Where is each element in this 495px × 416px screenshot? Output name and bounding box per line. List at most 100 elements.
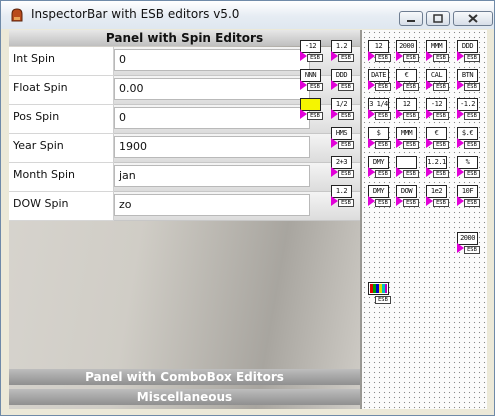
palette-tool-24[interactable]: 2000 ESB xyxy=(457,232,481,256)
header-tool-6[interactable]: HMS ESB xyxy=(331,127,355,151)
drop-arrow-icon xyxy=(426,109,433,119)
palette-tool-23[interactable]: 10F ESB xyxy=(457,185,481,209)
drop-arrow-icon xyxy=(396,109,403,119)
esb-badge: ESB xyxy=(375,199,391,207)
drop-arrow-icon xyxy=(457,109,464,119)
palette-tool-20[interactable]: DMY ESB xyxy=(368,185,392,209)
palette-tool-22[interactable]: 1e2 ESB xyxy=(426,185,450,209)
drop-arrow-icon xyxy=(368,138,375,148)
app-window: InspectorBar with ESB editors v5.0 Panel… xyxy=(0,0,495,416)
minimize-button[interactable] xyxy=(399,11,423,26)
window-title: InspectorBar with ESB editors v5.0 xyxy=(31,7,240,21)
float-spin-editor[interactable]: 0.00 xyxy=(114,78,310,100)
esb-badge: ESB xyxy=(403,54,419,62)
row-label: DOW Spin xyxy=(9,192,114,221)
drop-arrow-icon xyxy=(426,80,433,90)
drop-arrow-icon xyxy=(457,138,464,148)
drop-arrow-icon xyxy=(396,196,403,206)
row-dow-spin: DOW Spin zo xyxy=(9,192,360,221)
header-tool-4[interactable]: ESB xyxy=(300,98,324,122)
drop-arrow-icon xyxy=(368,51,375,61)
drop-arrow-icon xyxy=(300,109,307,119)
maximize-icon xyxy=(433,14,443,23)
esb-badge: ESB xyxy=(464,141,480,149)
row-label: Year Spin xyxy=(9,134,114,163)
title-bar[interactable]: InspectorBar with ESB editors v5.0 xyxy=(1,1,494,29)
panel-misc-header[interactable]: Miscellaneous xyxy=(9,389,360,405)
minimize-icon xyxy=(407,20,415,22)
color-bars-icon xyxy=(368,282,389,295)
drop-arrow-icon xyxy=(396,138,403,148)
drop-arrow-icon xyxy=(331,80,338,90)
pos-spin-editor[interactable]: 0 xyxy=(114,107,310,129)
esb-badge: ESB xyxy=(375,54,391,62)
drop-arrow-icon xyxy=(457,80,464,90)
palette-tool-10[interactable]: -12 ESB xyxy=(426,98,450,122)
esb-badge: ESB xyxy=(375,141,391,149)
palette-tool-12[interactable]: $ ESB xyxy=(368,127,392,151)
color-bars-tool[interactable]: ESB xyxy=(368,282,392,306)
palette-tool-1[interactable]: 2000 ESB xyxy=(396,40,420,64)
palette-tool-2[interactable]: MMM ESB xyxy=(426,40,450,64)
drop-arrow-icon xyxy=(331,109,338,119)
esb-badge: ESB xyxy=(375,112,391,120)
helmet-icon xyxy=(11,8,23,22)
esb-badge: ESB xyxy=(433,112,449,120)
esb-badge: ESB xyxy=(338,199,354,207)
dow-spin-editor[interactable]: zo xyxy=(114,194,310,216)
row-label: Int Spin xyxy=(9,47,114,76)
header-tool-3[interactable]: DDD ESB xyxy=(331,69,355,93)
header-tool-8[interactable]: 1.2 ESB xyxy=(331,185,355,209)
palette-tool-15[interactable]: $.€ ESB xyxy=(457,127,481,151)
drop-arrow-icon xyxy=(331,138,338,148)
int-spin-editor[interactable]: 0 xyxy=(114,49,310,71)
drop-arrow-icon xyxy=(457,243,464,253)
palette-tool-5[interactable]: € ESB xyxy=(396,69,420,93)
drop-arrow-icon xyxy=(368,109,375,119)
esb-badge: ESB xyxy=(307,83,323,91)
palette-tool-11[interactable]: -1.2 ESB xyxy=(457,98,481,122)
palette-tool-8[interactable]: 3 1/4 ESB xyxy=(368,98,392,122)
close-button[interactable] xyxy=(453,11,493,26)
palette-tool-19[interactable]: % ESB xyxy=(457,156,481,180)
palette-tool-6[interactable]: CAL ESB xyxy=(426,69,450,93)
palette-tool-16[interactable]: DMY ESB xyxy=(368,156,392,180)
month-spin-editor[interactable]: jan xyxy=(114,165,310,187)
header-tool-0[interactable]: -12 ESB xyxy=(300,40,324,64)
palette-tool-3[interactable]: DDD ESB xyxy=(457,40,481,64)
header-tool-5[interactable]: 1/2 ESB xyxy=(331,98,355,122)
esb-badge: ESB xyxy=(433,83,449,91)
palette-tool-17[interactable]: ESB xyxy=(396,156,420,180)
component-palette: 12 ESB 2000 ESB MMM ESB DDD ESB DATE ESB € ESB CAL ES… xyxy=(362,30,487,409)
drop-arrow-icon xyxy=(457,167,464,177)
drop-arrow-icon xyxy=(331,167,338,177)
drop-arrow-icon xyxy=(331,196,338,206)
drop-arrow-icon xyxy=(300,51,307,61)
palette-tool-9[interactable]: 12 ESB xyxy=(396,98,420,122)
esb-badge: ESB xyxy=(338,141,354,149)
palette-tool-14[interactable]: € ESB xyxy=(426,127,450,151)
drop-arrow-icon xyxy=(300,80,307,90)
inspector-bar: Panel with Spin Editors Int Spin 0 Float… xyxy=(9,30,362,409)
drop-arrow-icon xyxy=(368,80,375,90)
esb-badge: ESB xyxy=(433,170,449,178)
esb-badge: ESB xyxy=(338,170,354,178)
esb-badge: ESB xyxy=(433,199,449,207)
header-tool-7[interactable]: 2+3 ESB xyxy=(331,156,355,180)
esb-badge: ESB xyxy=(375,296,391,304)
row-label: Month Spin xyxy=(9,163,114,192)
palette-tool-21[interactable]: DOW ESB xyxy=(396,185,420,209)
palette-tool-4[interactable]: DATE ESB xyxy=(368,69,392,93)
palette-tool-7[interactable]: BTN ESB xyxy=(457,69,481,93)
header-tool-1[interactable]: 1.2 ESB xyxy=(331,40,355,64)
palette-tool-18[interactable]: 1.2.1 ESB xyxy=(426,156,450,180)
esb-badge: ESB xyxy=(338,112,354,120)
esb-badge: ESB xyxy=(433,54,449,62)
palette-tool-0[interactable]: 12 ESB xyxy=(368,40,392,64)
header-tool-2[interactable]: NNN ESB xyxy=(300,69,324,93)
drop-arrow-icon xyxy=(457,51,464,61)
maximize-button[interactable] xyxy=(426,11,450,26)
year-spin-editor[interactable]: 1900 xyxy=(114,136,310,158)
panel-combo-header[interactable]: Panel with ComboBox Editors xyxy=(9,369,360,385)
palette-tool-13[interactable]: MMM ESB xyxy=(396,127,420,151)
